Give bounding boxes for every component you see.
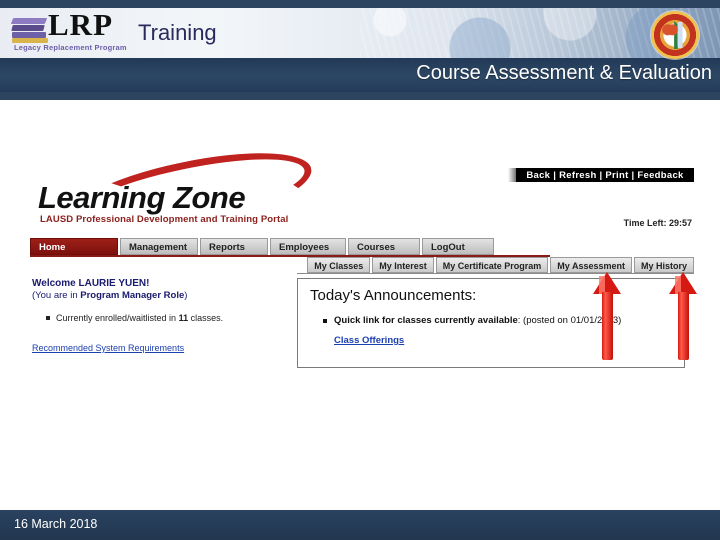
secondary-nav: My Classes My Interest My Certificate Pr… [305,257,694,273]
time-left-label: Time Left: 29:57 [623,218,692,228]
enrollment-status: Currently enrolled/waitlisted in 11 clas… [46,313,292,323]
enrollment-count: 11 [178,313,189,323]
announcement-prefix: Quick link for [334,315,398,326]
browser-action-toolbar[interactable]: Back | Refresh | Print | Feedback [516,168,694,182]
learning-zone-logo-text: Learning Zone [38,180,246,215]
nav-item-management[interactable]: Management [120,238,198,255]
primary-nav: Home Management Reports Employees Course… [30,238,550,257]
enrollment-prefix: Currently enrolled/waitlisted in [56,313,179,323]
red-arrow-icon-my-assessment [593,272,621,360]
system-requirements-link[interactable]: Recommended System Requirements [32,343,292,353]
role-suffix: ) [184,290,188,301]
learning-zone-screenshot: Learning Zone LAUSD Professional Develop… [22,160,697,375]
lrp-logo-tagline: Legacy Replacement Program [14,43,127,52]
tab-my-interest[interactable]: My Interest [372,257,434,273]
tab-my-classes[interactable]: My Classes [307,257,371,273]
course-subtitle: Course Assessment & Evaluation [416,62,712,84]
nav-item-reports[interactable]: Reports [200,238,268,255]
learning-zone-logo: Learning Zone LAUSD Professional Develop… [30,162,300,222]
tab-my-certificate-program[interactable]: My Certificate Program [435,257,549,273]
nav-item-logout[interactable]: LogOut [422,238,494,255]
nav-item-home[interactable]: Home [30,238,118,255]
toolbar-shadow [508,168,516,182]
stacked-books-icon [10,18,48,43]
slide-footer: 16 March 2018 [0,510,720,540]
slide-header: LRP Legacy Replacement Program Training … [0,0,720,100]
announcements-title: Today's Announcements: [310,287,477,304]
footer-date: 16 March 2018 [14,517,98,531]
enrollment-suffix: classes. [188,313,224,323]
tab-my-assessment[interactable]: My Assessment [550,257,632,273]
welcome-greeting: Welcome LAURIE YUEN! [32,278,150,289]
role-name: Program Manager Role [80,290,185,301]
class-offerings-link[interactable]: Class Offerings [334,335,404,346]
lausd-seal-icon [651,11,699,59]
nav-item-employees[interactable]: Employees [270,238,346,255]
red-arrow-icon-my-history [669,272,697,360]
welcome-block: Welcome LAURIE YUEN! (You are in Program… [32,278,292,353]
announcement-highlight: classes currently available [397,315,518,326]
subnav-divider [297,273,694,274]
announcements-panel: Today's Announcements: Quick link for cl… [297,278,685,368]
role-prefix: (You are in [32,290,81,301]
tab-my-history[interactable]: My History [633,257,694,273]
announcement-item: Quick link for classes currently availab… [322,315,621,326]
lrp-logo-text: LRP [48,7,113,42]
toolbar-links-label[interactable]: Back | Refresh | Print | Feedback [526,170,683,181]
header-bottom-edge [0,92,720,100]
lrp-logo: LRP Legacy Replacement Program [10,8,132,54]
user-role-line: (You are in Program Manager Role) [32,290,292,301]
nav-item-courses[interactable]: Courses [348,238,420,255]
page-title: Training [138,20,217,45]
learning-zone-logo-tagline: LAUSD Professional Development and Train… [40,214,289,225]
